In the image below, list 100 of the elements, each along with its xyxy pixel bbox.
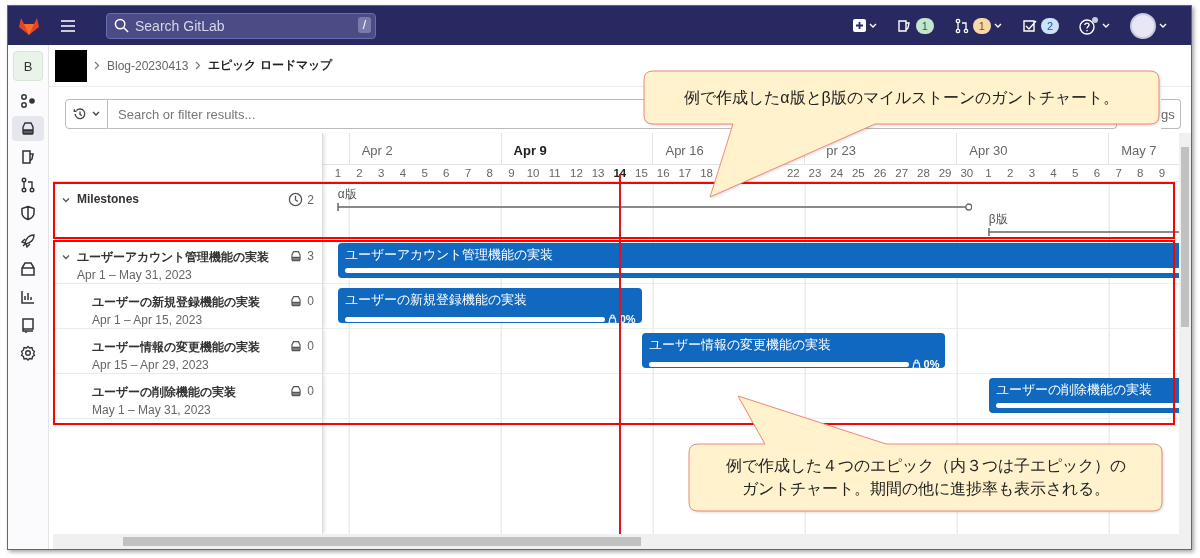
breadcrumb-current[interactable]: エピック ロードマップ [208, 57, 332, 74]
epic-title[interactable]: ユーザー情報の変更機能の実装 [92, 339, 284, 356]
day-label: 29 [937, 167, 953, 180]
avatar [1130, 12, 1156, 39]
epic-bar-title: ユーザーの新規登録機能の実装 [344, 292, 528, 309]
document-icon [20, 148, 36, 165]
day-label: 2 [1005, 167, 1015, 180]
milestone-bar[interactable] [336, 203, 973, 211]
day-label: 1 [333, 167, 343, 180]
clock-icon [288, 192, 304, 207]
user-menu-button[interactable] [1130, 12, 1167, 39]
epic-title[interactable]: ユーザーの新規登録機能の実装 [92, 294, 284, 311]
caret-icon [1159, 22, 1167, 29]
merge-request-icon [20, 176, 36, 193]
progress-label: 0% [923, 358, 940, 370]
create-button[interactable] [852, 19, 877, 32]
day-label: 12 [569, 167, 584, 180]
stack-icon [289, 249, 304, 263]
day-label: 27 [894, 167, 910, 180]
day-label: 13 [590, 167, 606, 180]
epic-title[interactable]: ユーザーの削除機能の実装 [92, 384, 284, 401]
chevron-down-icon[interactable] [61, 252, 71, 262]
day-label: 6 [1092, 167, 1102, 180]
epic-dates: Apr 1 – Apr 15, 2023 [92, 313, 204, 327]
count-badge: 1 [972, 17, 991, 34]
stack-icon [289, 384, 304, 398]
day-label: 3 [1027, 167, 1037, 180]
day-label: 14 [612, 167, 628, 180]
milestone-count: 2 [307, 192, 314, 207]
shield-icon [20, 204, 36, 221]
day-label: 5 [1071, 167, 1080, 180]
plus-square-icon [852, 19, 866, 32]
rocket-icon [20, 232, 36, 249]
day-label: 24 [829, 167, 845, 180]
week-label: Apr 30 [969, 143, 1008, 158]
child-count: 0 [307, 294, 314, 308]
epic-bar[interactable]: ユーザー情報の変更機能の実装 0% [641, 333, 946, 368]
history-icon [73, 107, 87, 121]
menu-icon [60, 18, 76, 33]
day-label: 1 [984, 167, 993, 180]
chart-icon [20, 288, 36, 305]
week-label: Apr 16 [665, 143, 704, 158]
count-badge: 1 [915, 17, 934, 34]
chevron-icon [94, 61, 100, 70]
day-label: 15 [634, 167, 649, 180]
horizontal-scrollbar[interactable] [53, 534, 1191, 549]
epic-dates: Apr 1 – May 31, 2023 [77, 268, 193, 282]
weight-icon [607, 314, 617, 324]
merge-request-icon [953, 17, 970, 34]
settings-icon [20, 344, 36, 361]
epic-bar-title: ユーザーアカウント管理機能の実装 [344, 247, 554, 264]
day-label: 28 [916, 167, 931, 180]
nodes-icon [20, 92, 36, 109]
caret-icon [868, 22, 877, 29]
epic-bar-title: ユーザーの削除機能の実装 [995, 382, 1153, 399]
day-label: 16 [655, 167, 671, 180]
day-label: 25 [850, 167, 866, 180]
day-label: 2 [355, 167, 364, 180]
weight-icon [911, 359, 921, 369]
redacted-block [55, 49, 87, 82]
issues-icon [896, 17, 913, 34]
epic-bar-title: ユーザー情報の変更機能の実装 [648, 337, 832, 354]
milestone-label[interactable]: α版 [337, 186, 357, 203]
child-count: 0 [307, 384, 314, 398]
chevron-icon [195, 61, 202, 70]
merge-request-button[interactable]: 1 [953, 17, 1002, 34]
day-label: 17 [677, 167, 693, 180]
caret-icon [993, 22, 1002, 29]
epic-bar[interactable]: ユーザーの削除機能の実装 [988, 378, 1179, 413]
day-label: 9 [1157, 167, 1167, 180]
child-count: 0 [307, 339, 314, 353]
caret-icon [92, 111, 100, 117]
settings-button[interactable]: gs [1161, 99, 1181, 129]
day-label: 18 [699, 167, 714, 180]
todo-button[interactable]: 2 [1021, 17, 1059, 34]
epic-bar[interactable]: ユーザーアカウント管理機能の実装 [337, 243, 1179, 278]
count-badge: 2 [1040, 17, 1059, 34]
day-label: 5 [420, 167, 429, 180]
callout-text: 例で作成した４つのエピック（内３つは子エピック）の [725, 455, 1126, 476]
book-icon [20, 316, 36, 333]
vertical-scrollbar[interactable] [1179, 133, 1191, 534]
day-label: 6 [442, 167, 451, 180]
epic-dates: May 1 – May 31, 2023 [92, 403, 212, 417]
day-label: 11 [547, 167, 562, 180]
breadcrumb-link[interactable]: Blog-20230413 [107, 58, 189, 73]
issues-button[interactable]: 1 [896, 17, 934, 34]
day-label: 23 [807, 167, 823, 180]
menu-button[interactable] [60, 18, 76, 33]
sidebar-item[interactable] [12, 116, 44, 141]
epic-title[interactable]: ユーザーアカウント管理機能の実装 [77, 249, 284, 266]
project-avatar[interactable]: B [13, 51, 43, 81]
help-button[interactable] [1079, 16, 1110, 35]
caret-icon [1102, 22, 1110, 29]
history-button[interactable] [65, 99, 108, 129]
day-label: 9 [507, 167, 516, 180]
milestone-label[interactable]: β版 [988, 211, 1008, 228]
stack-icon [20, 120, 36, 137]
week-label: May 7 [1121, 143, 1157, 158]
callout-text: ガントチャート。期間の他に進捗率も表示される。 [741, 479, 1110, 499]
chevron-down-icon[interactable] [61, 195, 71, 205]
